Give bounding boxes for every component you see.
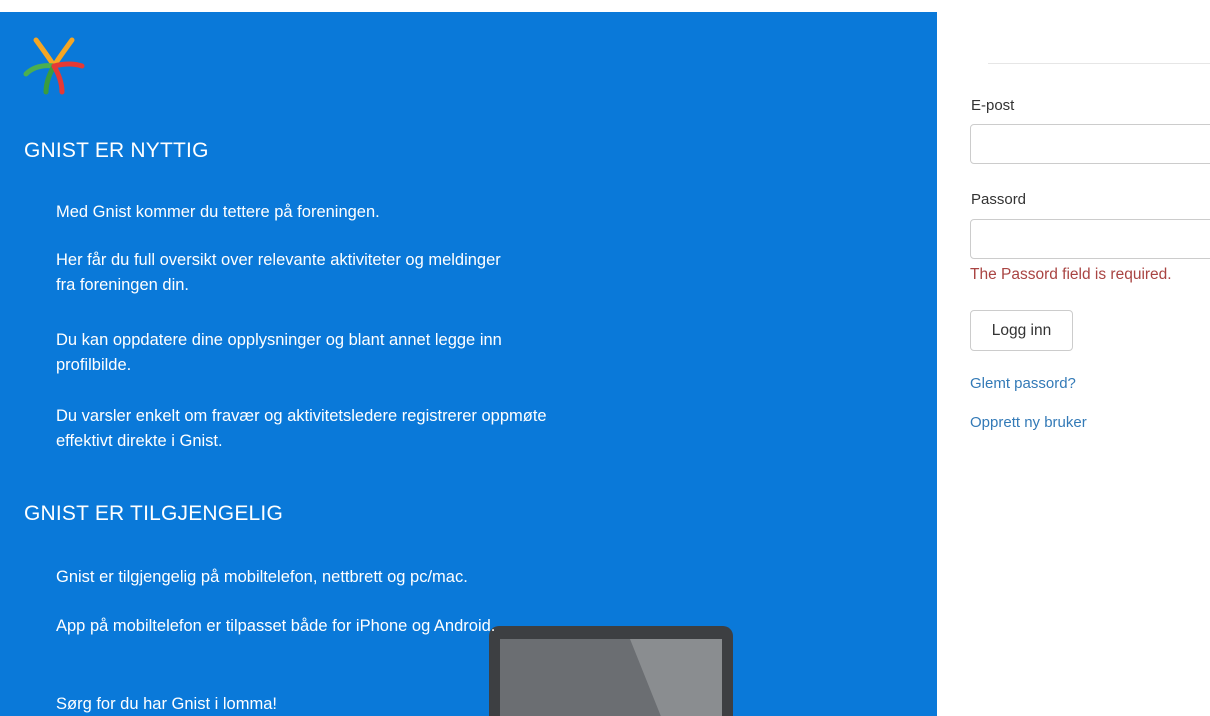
section-title-available: GNIST ER TILGJENGELIG: [24, 502, 283, 525]
intro-paragraph: Gnist er tilgjengelig på mobiltelefon, n…: [56, 568, 468, 586]
intro-paragraph: Her får du full oversikt over relevante …: [56, 251, 501, 294]
password-field[interactable]: [970, 219, 1210, 259]
password-error-message: The Passord field is required.: [970, 266, 1172, 283]
intro-paragraph: Du kan oppdatere dine opplysninger og bl…: [56, 331, 502, 374]
intro-panel: GNIST ER NYTTIG Med Gnist kommer du tett…: [0, 12, 937, 716]
email-field[interactable]: [970, 124, 1210, 164]
form-divider: [988, 63, 1210, 64]
intro-paragraph: Sørg for du har Gnist i lomma!: [56, 695, 277, 713]
email-label: E-post: [971, 97, 1015, 114]
intro-paragraph: Med Gnist kommer du tettere på foreninge…: [56, 203, 380, 221]
register-link[interactable]: Opprett ny bruker: [970, 414, 1087, 431]
forgot-password-link[interactable]: Glemt passord?: [970, 375, 1076, 392]
password-label: Passord: [971, 191, 1027, 208]
login-button[interactable]: Logg inn: [970, 310, 1073, 351]
section-title-useful: GNIST ER NYTTIG: [24, 139, 209, 162]
intro-paragraph: App på mobiltelefon er tilpasset både fo…: [56, 617, 496, 635]
intro-paragraph: Du varsler enkelt om fravær og aktivitet…: [56, 407, 547, 450]
gnist-logo-icon: [23, 37, 85, 95]
